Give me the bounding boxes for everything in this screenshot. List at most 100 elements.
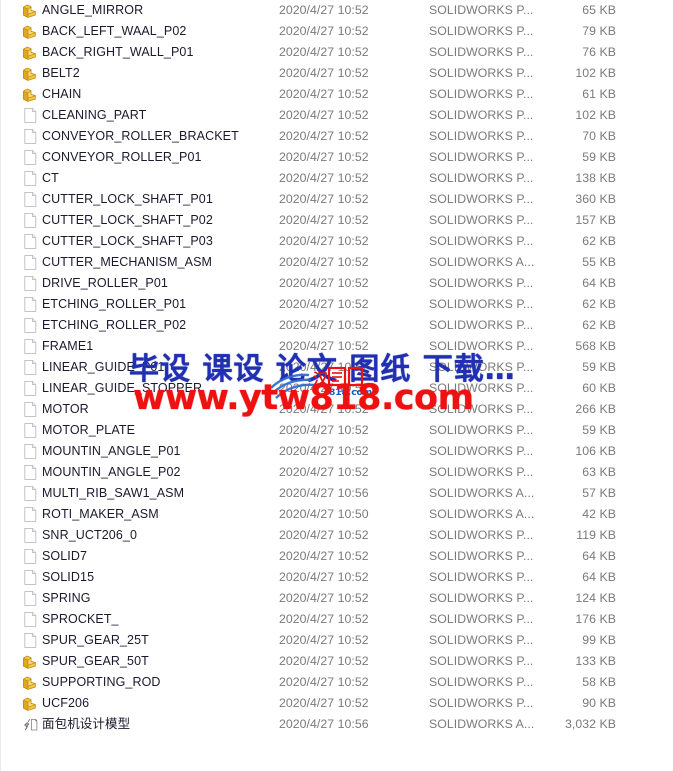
file-name-cell: SPRING <box>42 591 91 605</box>
table-row[interactable]: 面包机设计模型 2020/4/27 10:56 SOLIDWORKS A... 3,0… <box>1 714 673 735</box>
table-row[interactable]: CUTTER_LOCK_SHAFT_P01 2020/4/27 10:52 SOLI… <box>1 189 673 210</box>
file-size-cell: 138 KB <box>575 171 616 185</box>
table-row[interactable]: LINEAR_GUIDE_P01 2020/4/27 10:52 SOLIDWORK… <box>1 357 673 378</box>
file-date-cell: 2020/4/27 10:52 <box>279 528 369 542</box>
generic-document-icon <box>22 632 39 649</box>
file-name-cell: CLEANING_PART <box>42 108 147 122</box>
generic-document-icon <box>22 548 39 565</box>
solidworks-part-icon <box>22 23 39 40</box>
file-name-cell: 面包机设计模型 <box>42 717 131 731</box>
file-name-cell: MOUNTIN_ANGLE_P01 <box>42 444 181 458</box>
generic-document-icon <box>22 296 39 313</box>
file-date-cell: 2020/4/27 10:52 <box>279 423 369 437</box>
table-row[interactable]: SPROCKET_ 2020/4/27 10:52 SOLIDWORKS P... 1… <box>1 609 673 630</box>
table-row[interactable]: SPUR_GEAR_50T 2020/4/27 10:52 SOLIDWORKS P… <box>1 651 673 672</box>
file-date-cell: 2020/4/27 10:52 <box>279 24 369 38</box>
generic-document-icon <box>22 128 39 145</box>
table-row[interactable]: CUTTER_MECHANISM_ASM 2020/4/27 10:52 SOLID… <box>1 252 673 273</box>
table-row[interactable]: SOLID7 2020/4/27 10:52 SOLIDWORKS P... 64 K… <box>1 546 673 567</box>
file-name-cell: MOTOR_PLATE <box>42 423 136 437</box>
file-date-cell: 2020/4/27 10:52 <box>279 129 369 143</box>
table-row[interactable]: ETCHING_ROLLER_P01 2020/4/27 10:52 SOLIDWO… <box>1 294 673 315</box>
table-row[interactable]: CT 2020/4/27 10:52 SOLIDWORKS P... 138 KB <box>1 168 673 189</box>
generic-document-icon <box>22 422 39 439</box>
file-name-cell: CHAIN <box>42 87 82 101</box>
file-size-cell: 133 KB <box>575 654 616 668</box>
file-date-cell: 2020/4/27 10:52 <box>279 171 369 185</box>
table-row[interactable]: FRAME1 2020/4/27 10:52 SOLIDWORKS P... 568 … <box>1 336 673 357</box>
table-row[interactable]: CLEANING_PART 2020/4/27 10:52 SOLIDWORKS P… <box>1 105 673 126</box>
generic-document-icon <box>22 443 39 460</box>
table-row[interactable]: CHAIN 2020/4/27 10:52 SOLIDWORKS P... 61 KB <box>1 84 673 105</box>
solidworks-part-icon <box>22 2 39 19</box>
file-name-cell: LINEAR_GUIDE_STOPPER <box>42 381 203 395</box>
file-name-cell: SPROCKET_ <box>42 612 119 626</box>
file-date-cell: 2020/4/27 10:52 <box>279 276 369 290</box>
table-row[interactable]: CUTTER_LOCK_SHAFT_P02 2020/4/27 10:52 SOLI… <box>1 210 673 231</box>
file-date-cell: 2020/4/27 10:52 <box>279 591 369 605</box>
generic-document-icon <box>22 380 39 397</box>
table-row[interactable]: SPUR_GEAR_25T 2020/4/27 10:52 SOLIDWORKS P… <box>1 630 673 651</box>
file-date-cell: 2020/4/27 10:52 <box>279 465 369 479</box>
generic-document-icon <box>22 212 39 229</box>
solidworks-part-icon <box>22 695 39 712</box>
file-name-cell: DRIVE_ROLLER_P01 <box>42 276 168 290</box>
file-size-cell: 3,032 KB <box>565 717 616 731</box>
file-size-cell: 65 KB <box>582 3 616 17</box>
table-row[interactable]: SNR_UCT206_0 2020/4/27 10:52 SOLIDWORKS P.… <box>1 525 673 546</box>
file-date-cell: 2020/4/27 10:52 <box>279 45 369 59</box>
table-row[interactable]: MOTOR_PLATE 2020/4/27 10:52 SOLIDWORKS P..… <box>1 420 673 441</box>
file-date-cell: 2020/4/27 10:52 <box>279 234 369 248</box>
file-name-cell: ETCHING_ROLLER_P02 <box>42 318 187 332</box>
table-row[interactable]: CONVEYOR_ROLLER_BRACKET 2020/4/27 10:52 SO… <box>1 126 673 147</box>
file-size-cell: 60 KB <box>582 381 616 395</box>
file-size-cell: 124 KB <box>575 591 616 605</box>
file-name-cell: MULTI_RIB_SAW1_ASM <box>42 486 185 500</box>
file-size-cell: 76 KB <box>582 45 616 59</box>
file-size-cell: 266 KB <box>575 402 616 416</box>
file-date-cell: 2020/4/27 10:52 <box>279 360 369 374</box>
table-row[interactable]: MOUNTIN_ANGLE_P02 2020/4/27 10:52 SOLIDWOR… <box>1 462 673 483</box>
solidworks-part-icon <box>22 653 39 670</box>
file-size-cell: 106 KB <box>575 444 616 458</box>
file-size-cell: 62 KB <box>582 318 616 332</box>
table-row[interactable]: BELT2 2020/4/27 10:52 SOLIDWORKS P... 102 K… <box>1 63 673 84</box>
table-row[interactable]: SOLID15 2020/4/27 10:52 SOLIDWORKS P... 64 … <box>1 567 673 588</box>
file-date-cell: 2020/4/27 10:52 <box>279 3 369 17</box>
generic-document-icon <box>22 485 39 502</box>
file-date-cell: 2020/4/27 10:52 <box>279 297 369 311</box>
table-row[interactable]: MOTOR 2020/4/27 10:52 SOLIDWORKS P... 266 K… <box>1 399 673 420</box>
table-row[interactable]: ETCHING_ROLLER_P02 2020/4/27 10:52 SOLIDWO… <box>1 315 673 336</box>
table-row[interactable]: BACK_LEFT_WAAL_P02 2020/4/27 10:52 SOLIDWO… <box>1 21 673 42</box>
table-row[interactable]: MOUNTIN_ANGLE_P01 2020/4/27 10:52 SOLIDWOR… <box>1 441 673 462</box>
file-list[interactable]: ANGLE_MIRROR 2020/4/27 10:52 SOLIDWORKS P.… <box>1 0 673 735</box>
table-row[interactable]: MULTI_RIB_SAW1_ASM 2020/4/27 10:56 SOLIDWO… <box>1 483 673 504</box>
file-size-cell: 64 KB <box>582 549 616 563</box>
table-row[interactable]: ROTI_MAKER_ASM 2020/4/27 10:50 SOLIDWORKS … <box>1 504 673 525</box>
file-size-cell: 360 KB <box>575 192 616 206</box>
file-explorer-pane: ANGLE_MIRROR 2020/4/27 10:52 SOLIDWORKS P.… <box>0 0 673 771</box>
table-row[interactable]: LINEAR_GUIDE_STOPPER 2020/4/27 10:52 SOLID… <box>1 378 673 399</box>
file-date-cell: 2020/4/27 10:52 <box>279 612 369 626</box>
table-row[interactable]: BACK_RIGHT_WALL_P01 2020/4/27 10:52 SOLIDW… <box>1 42 673 63</box>
table-row[interactable]: ANGLE_MIRROR 2020/4/27 10:52 SOLIDWORKS P.… <box>1 0 673 21</box>
file-date-cell: 2020/4/27 10:52 <box>279 381 369 395</box>
file-size-cell: 58 KB <box>582 675 616 689</box>
table-row[interactable]: UCF206 2020/4/27 10:52 SOLIDWORKS P... 90 K… <box>1 693 673 714</box>
table-row[interactable]: SUPPORTING_ROD 2020/4/27 10:52 SOLIDWORKS … <box>1 672 673 693</box>
table-row[interactable]: CONVEYOR_ROLLER_P01 2020/4/27 10:52 SOLIDW… <box>1 147 673 168</box>
file-date-cell: 2020/4/27 10:52 <box>279 675 369 689</box>
solidworks-assembly-icon <box>22 716 39 733</box>
table-row[interactable]: SPRING 2020/4/27 10:52 SOLIDWORKS P... 124 … <box>1 588 673 609</box>
table-row[interactable]: DRIVE_ROLLER_P01 2020/4/27 10:52 SOLIDWORK… <box>1 273 673 294</box>
file-size-cell: 64 KB <box>582 570 616 584</box>
file-name-cell: BACK_LEFT_WAAL_P02 <box>42 24 187 38</box>
table-row[interactable]: CUTTER_LOCK_SHAFT_P03 2020/4/27 10:52 SOLI… <box>1 231 673 252</box>
generic-document-icon <box>22 149 39 166</box>
file-size-cell: 59 KB <box>582 150 616 164</box>
file-date-cell: 2020/4/27 10:52 <box>279 570 369 584</box>
file-date-cell: 2020/4/27 10:50 <box>279 507 369 521</box>
solidworks-part-icon <box>22 674 39 691</box>
file-name-cell: CONVEYOR_ROLLER_BRACKET <box>42 129 239 143</box>
file-name-cell: BACK_RIGHT_WALL_P01 <box>42 45 194 59</box>
